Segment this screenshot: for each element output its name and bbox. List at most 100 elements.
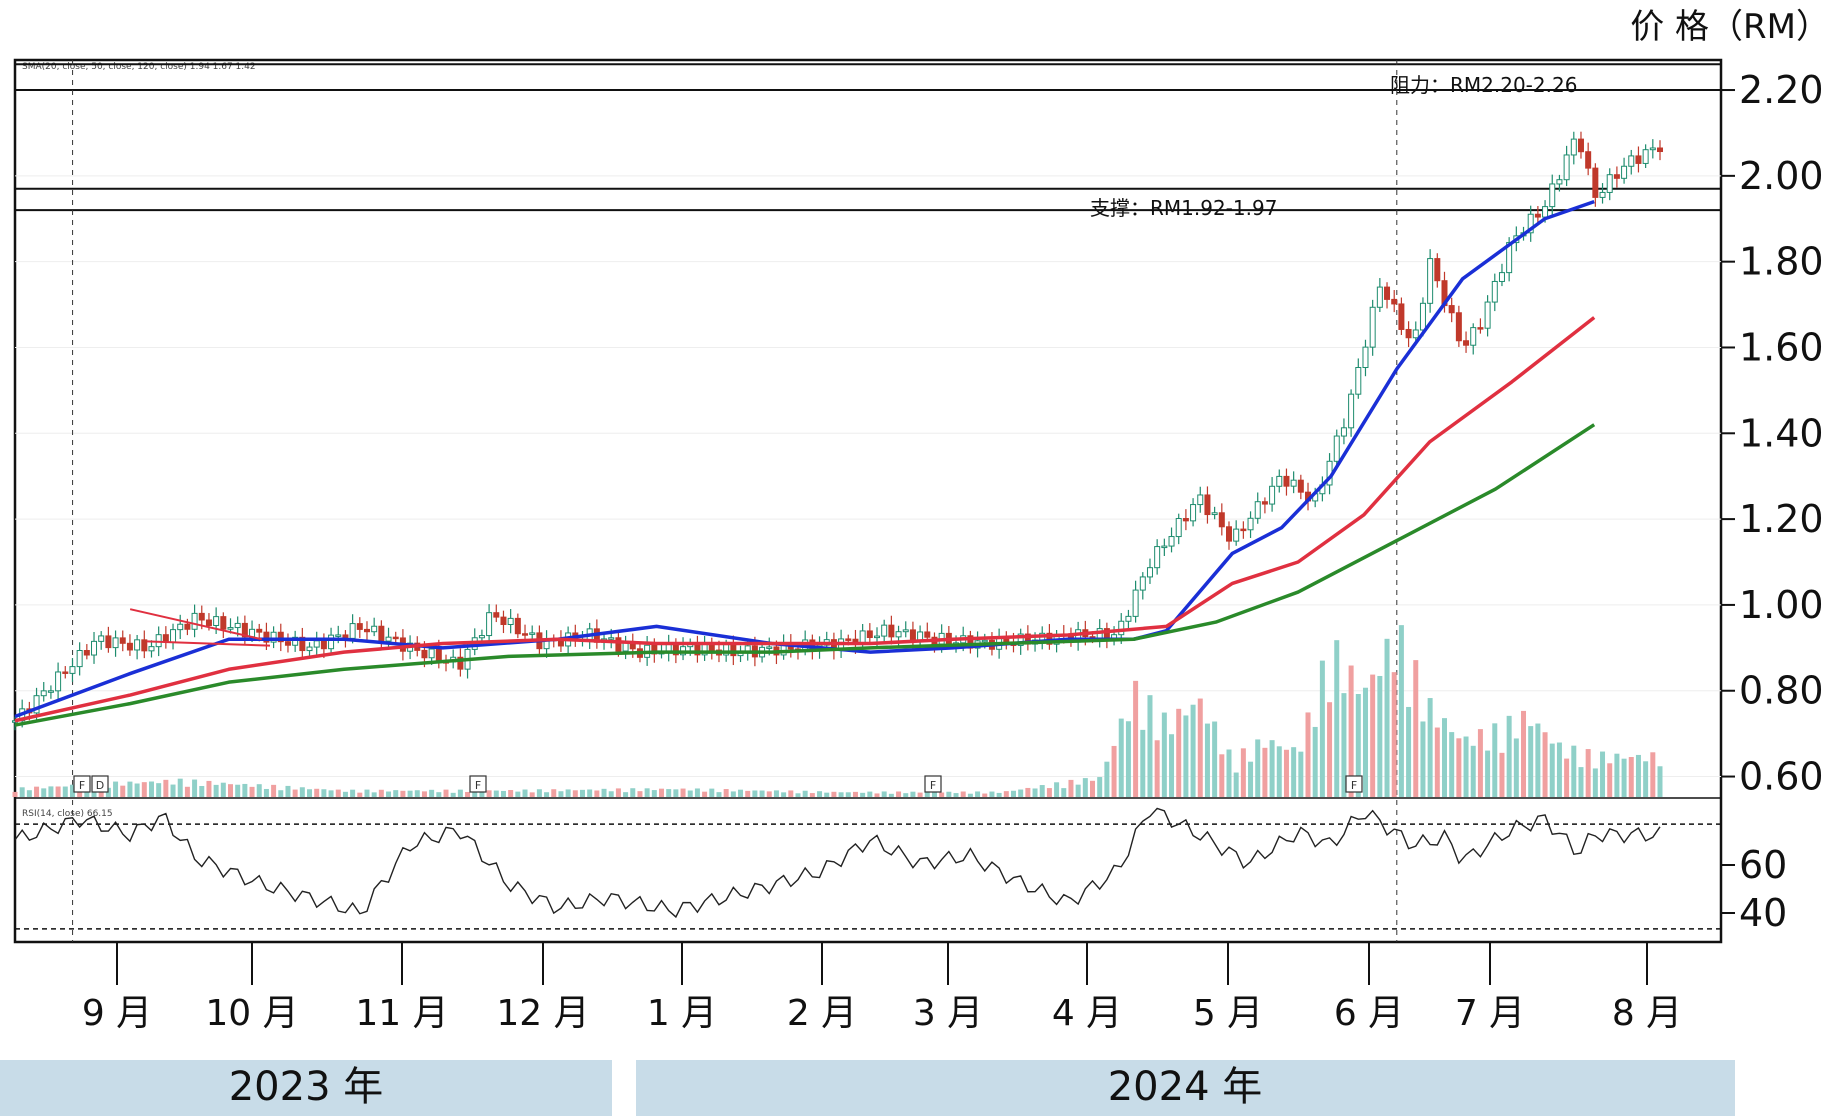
volume-bar bbox=[1061, 788, 1067, 797]
volume-bar bbox=[156, 783, 162, 797]
x-tick-label: 1 月 bbox=[647, 993, 717, 1034]
volume-bar bbox=[1018, 789, 1024, 797]
volume-bar bbox=[450, 792, 456, 797]
volume-bar bbox=[1190, 704, 1196, 797]
y-tick-label: 1.20 bbox=[1739, 497, 1824, 541]
candle-body bbox=[1577, 138, 1584, 153]
volume-bar bbox=[1161, 712, 1167, 797]
candle-body bbox=[478, 635, 485, 639]
candle-body bbox=[1606, 174, 1613, 193]
candle-body bbox=[866, 630, 873, 638]
volume-bar bbox=[551, 789, 557, 797]
candle-body bbox=[493, 612, 500, 618]
candle-body bbox=[1362, 346, 1369, 369]
volume-bar bbox=[924, 792, 930, 797]
y-tick-label: 1.40 bbox=[1739, 411, 1824, 455]
volume-bar bbox=[623, 792, 629, 797]
volume-bar bbox=[809, 793, 815, 797]
volume-bar bbox=[414, 790, 420, 797]
volume-bar bbox=[802, 790, 808, 797]
volume-bar bbox=[1628, 757, 1634, 797]
volume-bar bbox=[429, 789, 435, 797]
candle-body bbox=[608, 637, 615, 640]
volume-bar bbox=[1592, 768, 1598, 797]
candle-body bbox=[1477, 327, 1484, 330]
volume-bar bbox=[996, 792, 1002, 797]
volume-bar bbox=[831, 791, 837, 797]
candle-body bbox=[98, 635, 105, 642]
volume-bar bbox=[1054, 782, 1060, 797]
x-tick-label: 10 月 bbox=[205, 993, 298, 1034]
volume-bar bbox=[615, 788, 621, 797]
volume-bar bbox=[738, 789, 744, 797]
candle-body bbox=[981, 639, 988, 643]
volume-bar bbox=[1413, 660, 1419, 797]
y-axis-unit-label: 价 格（RM） bbox=[1630, 7, 1830, 47]
y-tick-label: 1.60 bbox=[1739, 325, 1824, 369]
volume-bar bbox=[263, 788, 269, 797]
volume-bar bbox=[1585, 749, 1591, 797]
volume-bar bbox=[1398, 625, 1404, 797]
volume-bar bbox=[781, 792, 787, 797]
volume-bar bbox=[680, 788, 686, 797]
volume-bar bbox=[896, 791, 902, 797]
stock-chart: 2023 年 2024 年 价 格（RM） SMA(20, close, 50,… bbox=[0, 0, 1845, 1116]
candle-body bbox=[1491, 280, 1498, 303]
candle-body bbox=[1376, 286, 1383, 308]
volume-bar bbox=[206, 780, 212, 797]
candle-body bbox=[1254, 501, 1261, 519]
volume-bar bbox=[292, 789, 298, 797]
volume-bar bbox=[1542, 732, 1548, 797]
candle-body bbox=[1599, 191, 1606, 198]
volume-bar bbox=[903, 793, 909, 797]
candle-body bbox=[1247, 517, 1254, 531]
volume-bar bbox=[256, 784, 262, 797]
candle-body bbox=[895, 631, 902, 638]
volume-bar bbox=[845, 792, 851, 797]
volume-bar bbox=[565, 789, 571, 797]
event-marker-label: D bbox=[96, 779, 104, 792]
volume-bar bbox=[817, 791, 823, 797]
candle-body bbox=[421, 649, 428, 659]
volume-bar bbox=[558, 791, 564, 797]
volume-bar bbox=[1111, 745, 1117, 797]
candle-body bbox=[1118, 620, 1125, 636]
y-tick-label: 2.20 bbox=[1739, 68, 1824, 112]
candle-body bbox=[1427, 258, 1434, 304]
candle-body bbox=[1463, 340, 1470, 346]
candle-body bbox=[888, 624, 895, 638]
candle-body bbox=[622, 642, 629, 652]
volume-bar bbox=[1319, 660, 1325, 797]
candle-body bbox=[428, 648, 435, 659]
volume-bar bbox=[19, 787, 25, 797]
candle-body bbox=[1534, 213, 1541, 218]
volume-bar bbox=[1370, 674, 1376, 797]
event-marker-label: F bbox=[475, 779, 481, 792]
volume-bar bbox=[1176, 708, 1182, 797]
volume-bar bbox=[1621, 758, 1627, 797]
volume-bar bbox=[1600, 751, 1606, 797]
volume-bar bbox=[1485, 750, 1491, 797]
candle-body bbox=[1132, 589, 1139, 617]
volume-bar bbox=[1506, 715, 1512, 797]
volume-bar bbox=[1406, 706, 1412, 797]
volume-bar bbox=[1535, 723, 1541, 797]
volume-bar bbox=[1362, 687, 1368, 797]
volume-bar bbox=[12, 791, 18, 797]
candle-body bbox=[1628, 155, 1635, 167]
volume-bar bbox=[1556, 742, 1562, 797]
chart-canvas: 2023 年 2024 年 价 格（RM） SMA(20, close, 50,… bbox=[0, 7, 1830, 1116]
volume-bar bbox=[852, 791, 858, 797]
y-tick-label: 1.80 bbox=[1739, 240, 1824, 284]
candle-body bbox=[1125, 615, 1132, 622]
candle-body bbox=[1333, 435, 1340, 462]
volume-bar bbox=[1226, 749, 1232, 797]
candle-body bbox=[1613, 174, 1620, 179]
volume-bar bbox=[314, 788, 320, 797]
volume-bar bbox=[766, 791, 772, 797]
candle-body bbox=[91, 640, 98, 656]
candle-body bbox=[1556, 179, 1563, 185]
volume-bar bbox=[730, 791, 736, 797]
candle-body bbox=[162, 634, 169, 643]
volume-bar bbox=[931, 792, 937, 797]
